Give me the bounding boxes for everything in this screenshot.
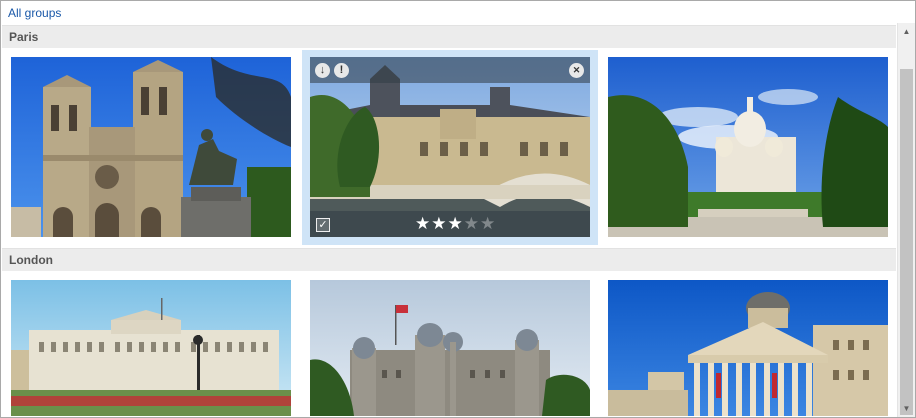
star-icon[interactable]: ★ — [431, 214, 447, 233]
photo-tower-of-london[interactable] — [310, 280, 590, 416]
photo-image — [11, 57, 291, 237]
photo-notre-dame[interactable] — [11, 57, 291, 237]
photo-sacre-coeur[interactable] — [608, 57, 888, 237]
info-icon[interactable]: ! — [334, 63, 349, 78]
photo-louvre[interactable]: ↓ ! ✕ ✓ ★★★★★ — [310, 57, 590, 237]
all-groups-link[interactable]: All groups — [8, 6, 61, 20]
photo-gallery-window: All groups Paris ↓ ! ✕ ✓ ★★★★★ London ▲ … — [0, 0, 916, 418]
group-header-london[interactable]: London — [2, 248, 896, 271]
photo-image — [608, 57, 888, 237]
photo-image — [310, 280, 590, 416]
group-title: Paris — [9, 30, 39, 44]
group-header-paris[interactable]: Paris — [2, 25, 896, 48]
scroll-down-icon[interactable]: ▼ — [898, 400, 915, 417]
group-title: London — [9, 253, 53, 267]
photo-image — [11, 280, 291, 416]
select-checkbox[interactable]: ✓ — [316, 218, 330, 232]
photo-national-gallery[interactable] — [608, 280, 888, 416]
rating-stars[interactable]: ★★★★★ — [415, 214, 496, 234]
photo-image — [608, 280, 888, 416]
photo-buckingham-palace[interactable] — [11, 280, 291, 416]
vertical-scrollbar[interactable]: ▲ ▼ — [897, 23, 915, 417]
star-icon[interactable]: ★ — [448, 214, 464, 233]
star-icon[interactable]: ★ — [415, 214, 431, 233]
photo-image — [310, 57, 590, 237]
photo-overlay-top-bar: ↓ ! ✕ — [310, 57, 590, 83]
photo-overlay-bottom-bar: ✓ ★★★★★ — [310, 211, 590, 237]
star-icon[interactable]: ★ — [480, 214, 496, 233]
star-icon[interactable]: ★ — [464, 214, 480, 233]
scrollbar-thumb[interactable] — [900, 69, 913, 415]
scroll-up-icon[interactable]: ▲ — [898, 23, 915, 40]
download-icon[interactable]: ↓ — [315, 63, 330, 78]
close-icon[interactable]: ✕ — [569, 63, 584, 78]
